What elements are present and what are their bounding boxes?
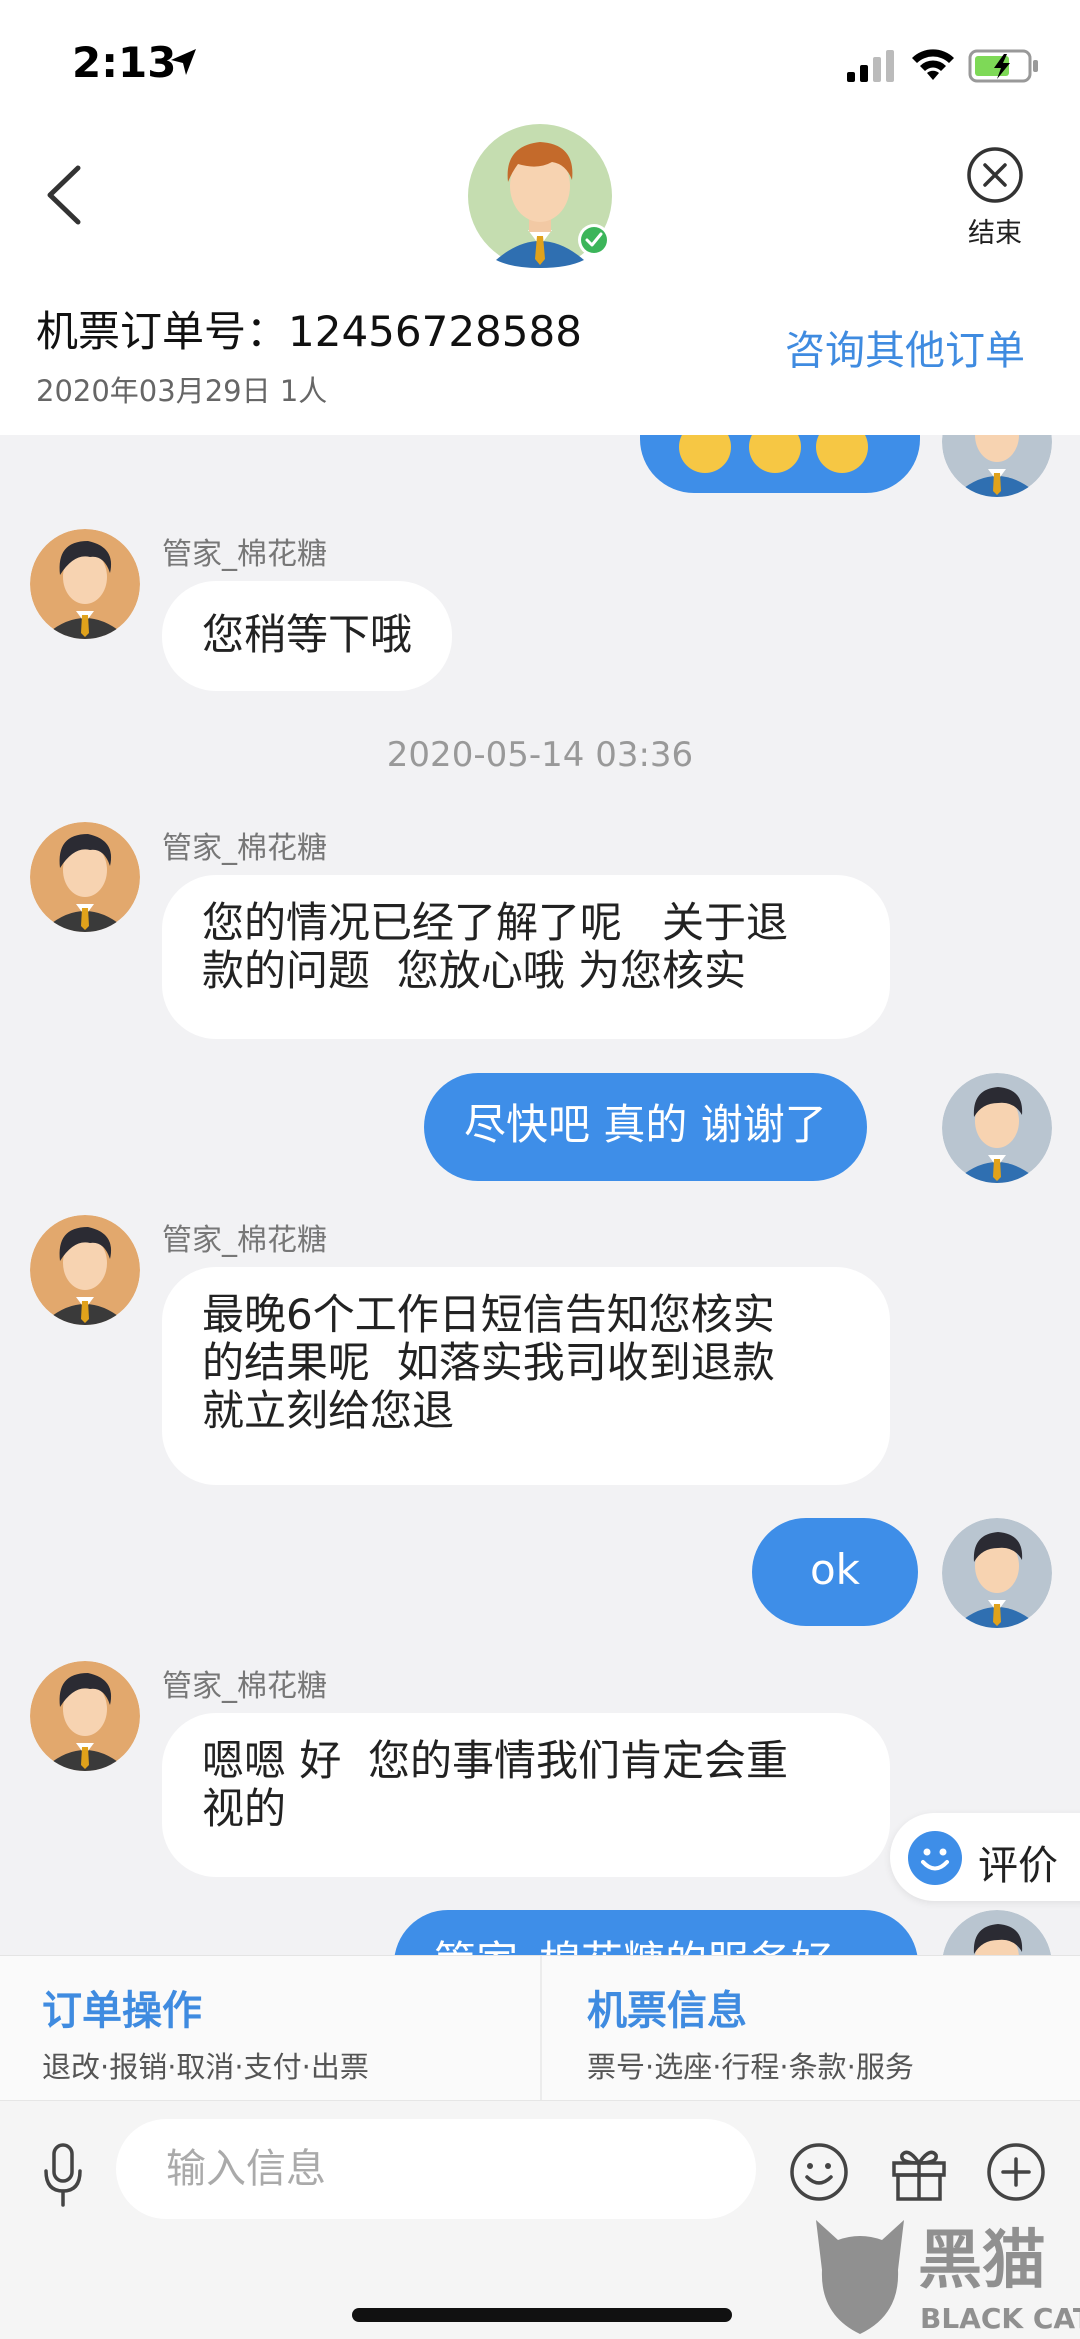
location-arrow-icon [171, 49, 196, 75]
status-bar: 2:13 [0, 0, 1080, 120]
close-icon [967, 147, 1023, 203]
incoming-message: 嗯嗯 好 您的事情我们肯定会重 视的 [162, 1713, 890, 1877]
outgoing-message: 尽快吧 真的 谢谢了 [424, 1073, 867, 1181]
order-number: 机票订单号：12456728588 [36, 307, 582, 356]
agent-avatar [30, 822, 140, 932]
message-timestamp: 2020-05-14 03:36 [386, 735, 694, 775]
message-line: 款的问题 您放心哦 为您核实 [202, 946, 747, 995]
other-orders-link[interactable]: 咨询其他订单 [785, 318, 1025, 376]
agent-avatar [30, 1215, 140, 1325]
user-avatar [942, 1073, 1052, 1183]
incoming-message: 最晚6个工作日短信告知您核实 的结果呢 如落实我司收到退款 就立刻给您退 [162, 1267, 890, 1485]
chat-area[interactable]: 管家_棉花糖 您稍等下哦 2020-05-14 03:36 管家_棉花糖 您的情… [0, 435, 1080, 1955]
ticket-info-title: 机票信息 [587, 1988, 747, 2034]
end-chat-label: 结束 [968, 218, 1022, 249]
sender-name: 管家_棉花糖 [162, 537, 327, 572]
outgoing-message: ok [752, 1518, 918, 1626]
emoji-icon[interactable] [788, 2141, 850, 2203]
sender-name: 管家_棉花糖 [162, 1223, 327, 1258]
ticket-info-panel[interactable]: 机票信息 票号·选座·行程·条款·服务 [540, 1956, 1080, 2101]
chat-header: 结束 机票订单号：12456728588 2020年03月29日 1人 咨询其他… [0, 120, 1080, 435]
message-line: 最晚6个工作日短信告知您核实 [202, 1290, 775, 1339]
incoming-message: 您稍等下哦 [162, 581, 453, 691]
sender-name: 管家_棉花糖 [162, 831, 327, 866]
svg-text:BLACK CAT: BLACK CAT [920, 2302, 1080, 2335]
message-line: 的结果呢 如落实我司收到退款 [202, 1338, 775, 1387]
gift-icon[interactable] [888, 2141, 950, 2203]
svg-text:黑猫: 黑猫 [918, 2224, 1046, 2298]
order-operations-subtitle: 退改·报销·取消·支付·出票 [42, 2050, 369, 2084]
smile-icon [908, 1831, 962, 1885]
message-line: 您的情况已经了解了呢 关于退 [202, 898, 789, 947]
rate-label: 评价 [978, 1843, 1058, 1889]
rate-service-button[interactable]: 评价 [890, 1813, 1080, 1901]
order-operations-title: 订单操作 [42, 1988, 202, 2034]
agent-avatar [30, 1661, 140, 1771]
black-cat-logo-icon: 黑猫 BLACK CAT [816, 2220, 1080, 2335]
user-avatar [942, 435, 1052, 497]
outgoing-message-partial: 管家_棉花糖的服务好 [394, 1910, 918, 1955]
ticket-info-subtitle: 票号·选座·行程·条款·服务 [587, 2050, 914, 2084]
outgoing-bubble-partial [640, 435, 920, 493]
message-line: 嗯嗯 好 您的事情我们肯定会重 [202, 1736, 789, 1785]
order-operations-panel[interactable]: 订单操作 退改·报销·取消·支付·出票 [0, 1956, 540, 2101]
home-indicator [352, 2308, 732, 2322]
quick-actions: 订单操作 退改·报销·取消·支付·出票 机票信息 票号·选座·行程·条款·服务 [0, 1955, 1080, 2101]
user-avatar [942, 1518, 1052, 1628]
message-input[interactable] [116, 2119, 756, 2219]
agent-avatar-large [468, 124, 612, 268]
wifi-icon [912, 49, 954, 80]
user-avatar [942, 1910, 1052, 1955]
status-time: 2:13 [72, 38, 177, 87]
battery-charging-icon [968, 49, 1038, 83]
sender-name: 管家_棉花糖 [162, 1669, 327, 1704]
message-line: 视的 [202, 1784, 287, 1833]
microphone-icon[interactable] [38, 2141, 88, 2211]
message-text: 您稍等下哦 [202, 610, 413, 659]
incoming-message: 您的情况已经了解了呢 关于退 款的问题 您放心哦 为您核实 [162, 875, 890, 1039]
plus-icon[interactable] [985, 2141, 1047, 2203]
agent-avatar [30, 529, 140, 639]
end-chat-button[interactable]: 结束 [955, 145, 1035, 265]
grinning-emoji-icon [679, 435, 868, 473]
cellular-signal-icon [847, 50, 894, 82]
back-arrow-icon[interactable] [36, 160, 96, 230]
message-line: 就立刻给您退 [202, 1386, 455, 1435]
black-cat-watermark: 黑猫 BLACK CAT [808, 2210, 1080, 2339]
order-meta: 2020年03月29日 1人 [36, 374, 328, 408]
